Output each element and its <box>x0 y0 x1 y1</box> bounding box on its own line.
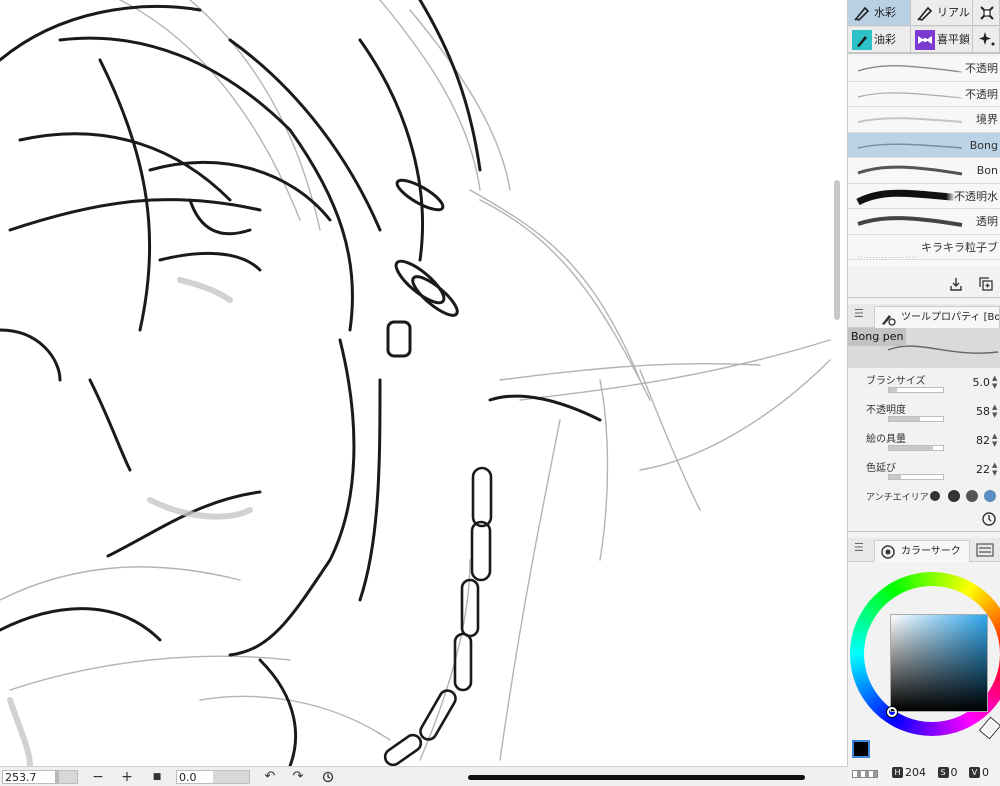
brush-preview-label: Bong pen <box>848 328 907 346</box>
pen-icon <box>917 6 933 21</box>
brush-item[interactable]: 不透明 <box>848 56 1000 82</box>
saturation-value-square[interactable] <box>890 614 988 712</box>
color-stretch-slider[interactable] <box>888 474 944 480</box>
hue-cursor[interactable] <box>980 718 1000 738</box>
brush-item[interactable]: キラキラ粒子ブ <box>848 234 1000 260</box>
sketch-artwork <box>0 0 831 766</box>
color-circle-icon <box>881 545 895 559</box>
opacity-property[interactable]: 不透明度 58 ▲ ▼ <box>848 399 1000 427</box>
brush-size-property[interactable]: ブラシサイズ 5.0 ▲ ▼ <box>848 370 1000 398</box>
brush-item[interactable]: 境界 <box>848 107 1000 133</box>
tab-tool-property[interactable]: ツールプロパティ [Bo <box>874 306 1000 328</box>
brush-stroke-preview <box>857 117 963 123</box>
brush-settings-icon <box>882 315 896 326</box>
antialias-medium-option[interactable] <box>966 490 978 502</box>
antialias-weak-option[interactable] <box>948 490 960 502</box>
sv-cursor[interactable] <box>887 707 897 717</box>
subtab-chain[interactable]: 喜平鎖 <box>911 27 973 53</box>
subtool-tabs: 水彩 リアル 油彩 喜平鎖 <box>848 0 1000 54</box>
opacity-slider[interactable] <box>888 416 944 422</box>
tool-property-footer <box>848 506 1000 532</box>
canvas-status-bar: 253.7 − + ■ 0.0 ↶ ↷ <box>0 766 848 786</box>
brush-stroke-preview <box>857 165 963 176</box>
brush-item[interactable]: 不透明水 <box>848 183 1000 209</box>
subtab-watercolor[interactable]: 水彩 <box>848 0 911 26</box>
ribbon-icon <box>915 30 935 50</box>
pen-icon <box>854 6 870 21</box>
sub-tool-detail-icon[interactable] <box>981 511 997 527</box>
drawing-canvas[interactable] <box>0 0 848 766</box>
paint-amount-property[interactable]: 絵の具量 82 ▲ ▼ <box>848 428 1000 456</box>
subtab-oil[interactable]: 油彩 <box>848 27 911 53</box>
main-color-swatch[interactable] <box>852 740 870 758</box>
zoom-level-field[interactable]: 253.7 <box>2 770 78 784</box>
transparent-color-swatch[interactable] <box>852 770 878 778</box>
canvas-scrollbar[interactable] <box>834 180 840 320</box>
redo-icon[interactable]: ↷ <box>290 770 306 784</box>
brush-stroke-preview <box>857 143 963 149</box>
antialias-none-option[interactable] <box>930 491 940 501</box>
fit-view-button[interactable]: ■ <box>149 770 165 784</box>
paint-brush-icon <box>852 30 872 50</box>
tab-color-circle[interactable]: カラーサーク <box>874 540 970 562</box>
home-indicator[interactable] <box>468 775 805 780</box>
brush-preview: Bong pen <box>848 328 1000 368</box>
stepper-icon[interactable]: ▲ ▼ <box>992 432 1000 448</box>
color-panel-header: ☰ カラーサーク <box>848 538 1000 562</box>
stepper-icon[interactable]: ▲ ▼ <box>992 403 1000 419</box>
reset-rotation-icon[interactable] <box>320 770 336 784</box>
subtab-decoration[interactable] <box>973 0 1000 26</box>
undo-icon[interactable]: ↶ <box>262 770 278 784</box>
brush-stroke-preview <box>857 91 963 99</box>
decoration-icon <box>980 6 994 20</box>
stepper-icon[interactable]: ▲ ▼ <box>992 374 1000 390</box>
brush-list: 不透明 不透明 境界 Bong Bon 不透明水 透明 キラキラ粒子ブ <box>848 56 1000 266</box>
brush-stroke-preview <box>857 65 963 73</box>
sparkle-icon <box>979 32 995 46</box>
menu-icon[interactable]: ☰ <box>854 542 864 553</box>
brush-size-slider[interactable] <box>888 387 944 393</box>
color-slider-tab-icon[interactable] <box>976 543 994 557</box>
right-panel: 水彩 リアル 油彩 喜平鎖 不透明 不透明 境界 Bong Bon 不透明水 透… <box>848 0 1000 786</box>
brush-item-selected[interactable]: Bong <box>848 132 1000 158</box>
brush-item[interactable]: Bon <box>848 158 1000 184</box>
rotation-angle-field[interactable]: 0.0 <box>176 770 250 784</box>
import-icon[interactable] <box>948 276 964 292</box>
subtab-sparkle[interactable] <box>973 27 1000 53</box>
menu-icon[interactable]: ☰ <box>854 308 864 319</box>
tool-properties: ブラシサイズ 5.0 ▲ ▼ 不透明度 58 ▲ ▼ 絵の具量 82 ▲ ▼ 色延び … <box>848 370 1000 503</box>
zoom-in-button[interactable]: + <box>119 770 135 784</box>
antialias-strong-option[interactable] <box>984 490 996 502</box>
duplicate-icon[interactable] <box>978 276 994 292</box>
color-circle-panel: H 204 S0 V0 <box>848 562 1000 786</box>
antialiasing-property: アンチエイリア <box>848 488 1000 504</box>
brush-list-actions <box>848 270 1000 298</box>
zoom-out-button[interactable]: − <box>90 770 106 784</box>
brush-item[interactable]: 透明 <box>848 209 1000 235</box>
brush-item[interactable]: 不透明 <box>848 81 1000 107</box>
brush-stroke-preview <box>857 216 963 227</box>
stepper-icon[interactable]: ▲ ▼ <box>992 461 1000 477</box>
color-stretch-property[interactable]: 色延び 22 ▲ ▼ <box>848 457 1000 485</box>
paint-amount-slider[interactable] <box>888 445 944 451</box>
tool-property-header: ☰ ツールプロパティ [Bo <box>848 304 1000 328</box>
subtab-real[interactable]: リアル <box>911 0 973 26</box>
hsv-readout: H 204 S0 V0 <box>890 766 995 779</box>
